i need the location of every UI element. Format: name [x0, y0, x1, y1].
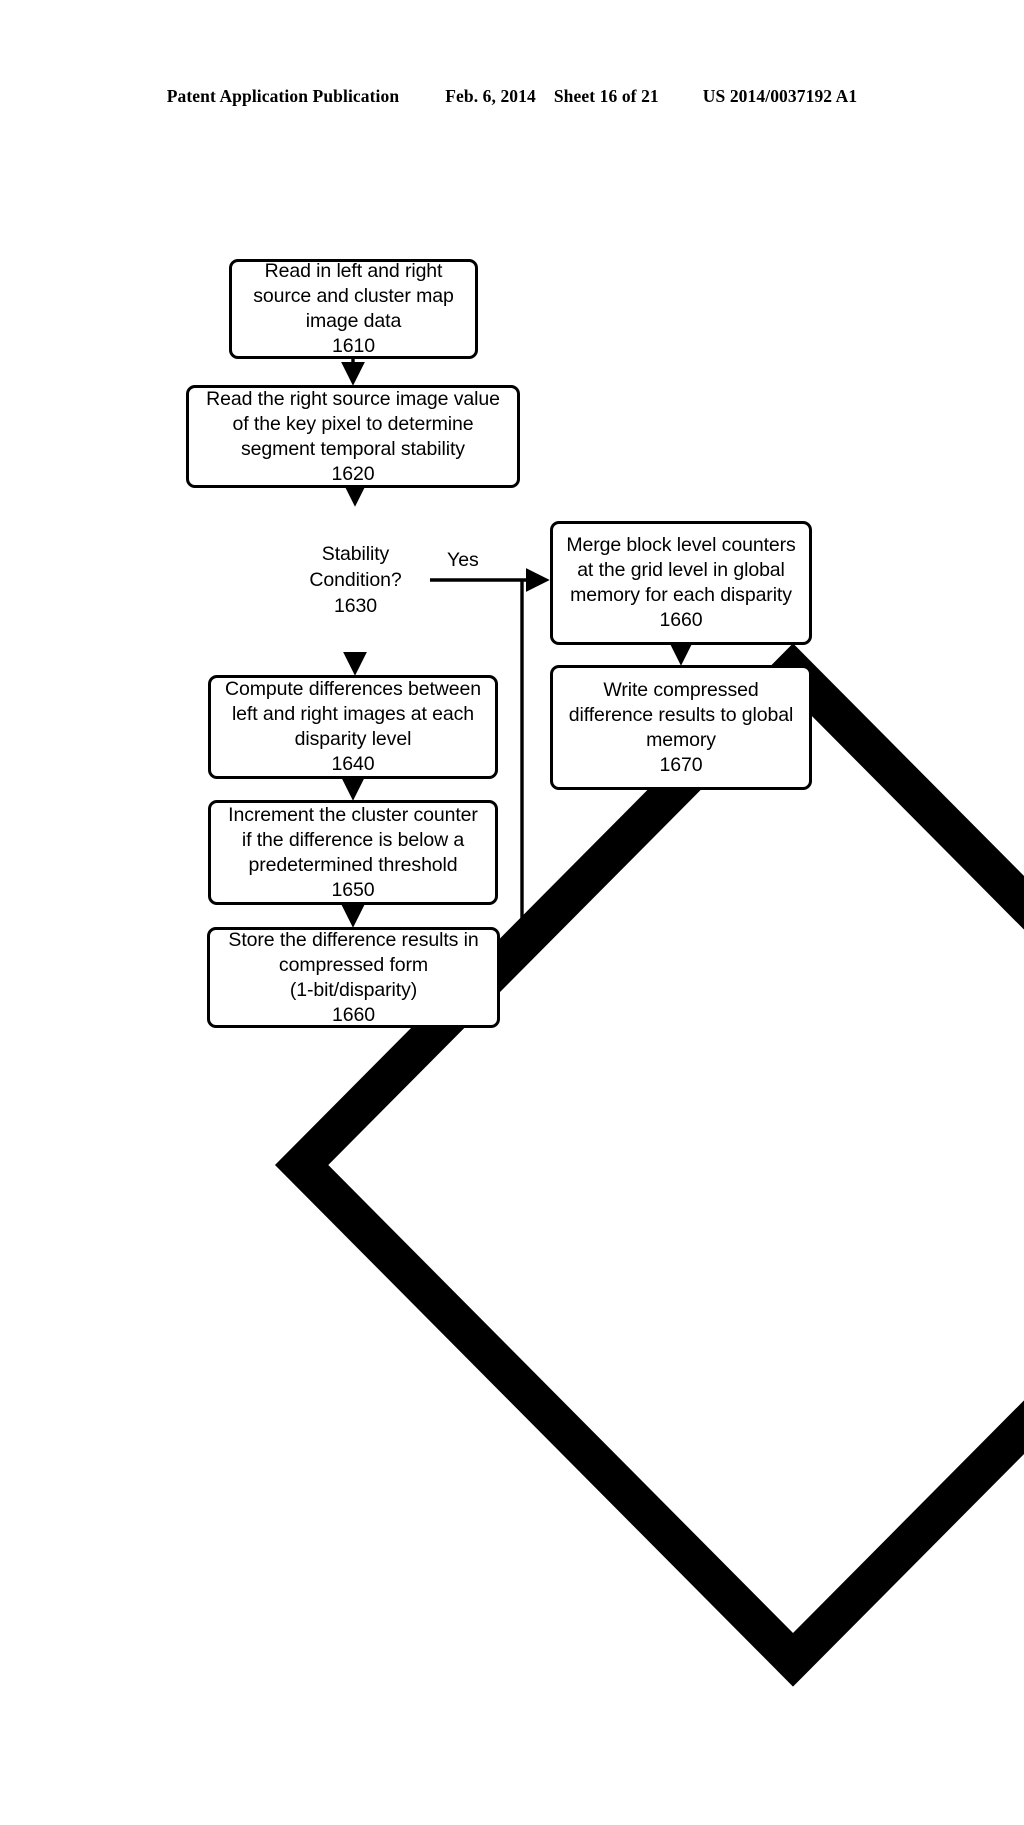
flow-node-1660-right-ref: 1660: [659, 609, 703, 631]
flow-node-1660-left-ref: 1660: [332, 1003, 375, 1026]
edge-label-yes: Yes: [447, 549, 479, 571]
flow-node-1610-line-3: image data: [305, 310, 402, 332]
flow-node-1640-line-1: Compute differences between: [224, 678, 482, 700]
flow-node-1620-ref: 1620: [331, 462, 375, 485]
flow-node-1660-left-line-2: compressed form: [278, 953, 429, 976]
flow-node-1610-line-2: source and cluster map: [253, 285, 454, 307]
flow-node-1640-line-3: disparity level: [294, 728, 412, 750]
flow-node-1660-right[interactable]: Merge block level counters at the grid l…: [550, 521, 812, 645]
flow-node-1620-line-2: of the key pixel to determine: [232, 412, 474, 435]
flow-node-1660-right-line-2: at the grid level in global: [577, 559, 785, 581]
flow-node-1610[interactable]: Read in left and right source and cluste…: [229, 259, 478, 359]
flow-node-1660-right-line-3: memory for each disparity: [570, 584, 792, 606]
flow-node-1660-left[interactable]: Store the difference results in compress…: [207, 927, 500, 1028]
flow-node-1650-line-1: Increment the cluster counter: [228, 803, 478, 826]
flow-node-1630-label: Stability Condition? 1630: [281, 505, 430, 655]
flow-node-1620-line-1: Read the right source image value: [206, 387, 500, 410]
flow-node-1650-ref: 1650: [331, 878, 375, 901]
flow-node-1640-ref: 1640: [331, 753, 375, 775]
flow-node-1650[interactable]: Increment the cluster counter if the dif…: [208, 800, 498, 905]
flow-node-1630[interactable]: Stability Condition? 1630: [274, 505, 1024, 1687]
flow-node-1650-line-2: if the difference is below a: [241, 828, 465, 851]
flow-node-1650-line-3: predetermined threshold: [248, 853, 458, 876]
flow-node-1670-ref: 1670: [659, 753, 703, 776]
flow-node-1670-line-1: Write compressed: [603, 678, 759, 701]
flow-node-1670[interactable]: Write compressed difference results to g…: [550, 665, 812, 790]
flow-node-1640[interactable]: Compute differences between left and rig…: [208, 675, 498, 779]
flow-node-1630-ref: 1630: [334, 595, 377, 617]
flow-node-1620-line-3: segment temporal stability: [241, 437, 465, 460]
flow-node-1660-left-line-3: (1-bit/disparity): [289, 978, 418, 1001]
flow-node-1620[interactable]: Read the right source image value of the…: [186, 385, 520, 488]
flow-node-1670-line-2: difference results to global: [568, 703, 794, 726]
flow-node-1610-line-1: Read in left and right: [264, 260, 443, 282]
flow-node-1660-left-line-1: Store the difference results in: [228, 928, 479, 951]
flow-node-1670-line-3: memory: [646, 728, 716, 751]
flow-node-1660-right-line-1: Merge block level counters: [566, 534, 796, 556]
flowchart: Read in left and right source and cluste…: [0, 0, 1024, 1687]
flow-node-1610-ref: 1610: [332, 335, 375, 357]
flow-node-1640-line-2: left and right images at each: [231, 703, 475, 725]
flow-node-1630-line-2: Condition?: [309, 569, 402, 591]
flow-node-1630-line-1: Stability: [321, 543, 390, 565]
